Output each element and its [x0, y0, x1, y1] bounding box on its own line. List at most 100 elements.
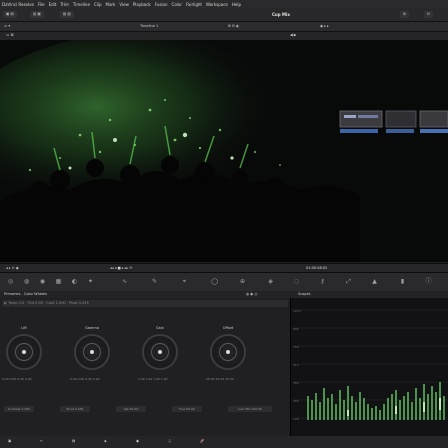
clip-nav-icon[interactable]: ◂ ▸ ⊙ ◉ — [6, 266, 19, 270]
wheels-header: Primaries - Color Wheels ◍ ◉ ◎ Scopes — [0, 291, 448, 298]
gain-wheel-puck[interactable] — [158, 350, 162, 354]
timeline-name[interactable]: Timeline 1 — [140, 24, 158, 28]
3d-icon[interactable]: ▲ — [370, 277, 379, 286]
gamma-wheel[interactable] — [74, 334, 110, 370]
gamma-label: Gamma — [85, 326, 99, 330]
warper-icon[interactable]: ✎ — [150, 277, 159, 286]
hdr-icon[interactable]: ◐ — [70, 277, 79, 286]
luts-tab[interactable]: ▥ ▦ — [30, 11, 44, 18]
menu-item-color[interactable]: Color — [172, 2, 182, 7]
color-wheels-icon[interactable]: ◉ — [38, 277, 47, 286]
color-panel-tabs: ◂ ▸ ⊙ ◉ ◂◂ ◂ ■ ▸ ▸▸ ⟳ 01:00:58:02 — [0, 263, 448, 273]
svg-text:128: 128 — [293, 417, 299, 421]
blur-icon[interactable]: ◌ — [292, 277, 301, 286]
temp-tint-row[interactable]: ◐ Temp 0.0 · Tint 0.00 · Cont 1.000 · Pi… — [4, 301, 89, 305]
scopes-title: Scopes — [298, 292, 311, 296]
color-wheels-panel: ◐ Temp 0.0 · Tint 0.00 · Cont 1.000 · Pi… — [0, 298, 290, 448]
svg-text:1023: 1023 — [293, 309, 301, 313]
menu-item-fusion[interactable]: Fusion — [155, 2, 168, 7]
wheels-mode-icon[interactable]: ◍ ◉ ◎ — [246, 292, 257, 296]
sizing-icon[interactable]: ⤢ — [344, 277, 353, 286]
gamma-values: 0.00 0.00 0.00 0.00 — [70, 377, 100, 381]
magic-mask-icon[interactable]: ◈ — [266, 277, 275, 286]
menu-item-clip[interactable]: Clip — [94, 2, 102, 7]
top-toolbar: ▣ ▤ ▥ ▦ ▧ ▨ Cup Mix ⊞ ⊟ — [0, 8, 448, 22]
sat-field[interactable]: Sat 50.00 — [116, 406, 146, 412]
key-icon[interactable]: ⚷ — [318, 277, 327, 286]
scopes-icon[interactable]: ▮ — [398, 277, 407, 286]
gain-wheel[interactable] — [142, 334, 178, 370]
lift-values: 0.00 0.00 0.00 0.00 — [2, 377, 32, 381]
camera-raw-icon[interactable]: ◎ — [6, 277, 15, 286]
palette-toolbar: ◎ ◍ ◉ ▦ ◐ ✦ ∿ ✎ ⌖ ◯ ⊕ ◈ ◌ ⚷ ⤢ ▲ ▮ ⓘ — [0, 273, 448, 291]
svg-text:768: 768 — [293, 345, 299, 349]
gamma-wheel-puck[interactable] — [90, 350, 94, 354]
lum-mix-field[interactable]: Lum Mix 100.00 — [228, 406, 272, 412]
menu-item-trim[interactable]: Trim — [60, 2, 69, 7]
deliver-page-icon[interactable]: 🚀 — [200, 439, 204, 443]
tracker-icon[interactable]: ⊕ — [238, 277, 247, 286]
offset-label: Offset — [222, 326, 234, 330]
color-page-icon[interactable]: ◉ — [136, 439, 139, 443]
menu-item-workspace[interactable]: Workspace — [206, 2, 228, 7]
viewer-image[interactable] — [0, 40, 448, 262]
gain-values: 1.00 1.00 1.00 1.00 — [138, 377, 168, 381]
menu-item-fairlight[interactable]: Fairlight — [186, 2, 202, 7]
waveform-scope: 1023 896 768 512 384 256 128 — [291, 309, 448, 421]
timeline-thumbnails[interactable] — [320, 105, 448, 150]
wheels-params-top: ◐ Temp 0.0 · Tint 0.00 · Cont 1.000 · Pi… — [2, 300, 288, 307]
menu-item-edit[interactable]: Edit — [49, 2, 57, 7]
wheels-title: Primaries - Color Wheels — [4, 292, 47, 296]
pivot-field[interactable]: Pivot 0.435 — [60, 406, 90, 412]
viewer-subbar: ▭ ⌘ ◀ ▶ — [0, 32, 448, 40]
viewer-zoom-icon[interactable]: ▭ ▾ — [4, 24, 10, 28]
timeline-toggle[interactable]: ⊞ — [400, 11, 409, 18]
offset-wheel-puck[interactable] — [226, 350, 230, 354]
menu-item-playback[interactable]: Playback — [133, 2, 151, 7]
lightbox-toggle[interactable]: ⊟ — [424, 11, 433, 18]
info-icon[interactable]: ⓘ — [424, 277, 433, 286]
color-match-icon[interactable]: ◍ — [22, 277, 31, 286]
page-navigation-bar: ▣ ✂ ▤ ◈ ◉ ♫ 🚀 — [0, 436, 448, 448]
timecode-display: 01:00:58:02 — [306, 266, 328, 270]
lift-wheel[interactable] — [6, 334, 42, 370]
media-page-icon[interactable]: ▣ — [8, 439, 11, 443]
rgb-mixer-icon[interactable]: ▦ — [54, 277, 63, 286]
offset-values: 25.00 25.00 25.00 — [206, 377, 234, 381]
project-title: Cup Mix — [272, 12, 290, 17]
motion-effects-icon[interactable]: ✦ — [86, 277, 95, 286]
svg-text:896: 896 — [293, 327, 299, 331]
fusion-page-icon[interactable]: ◈ — [104, 439, 107, 443]
scopes-panel[interactable]: 1023 896 768 512 384 256 128 — [290, 298, 448, 448]
menu-item-mark[interactable]: Mark — [106, 2, 116, 7]
svg-text:384: 384 — [293, 381, 299, 385]
menu-item-file[interactable]: File — [38, 2, 45, 7]
timeline-options-icon[interactable]: ⊞ ⊟ ◐ — [228, 24, 239, 28]
curves-icon[interactable]: ∿ — [120, 277, 129, 286]
svg-text:512: 512 — [293, 363, 299, 367]
viewer-header: ▭ ▾ Timeline 1 ⊞ ⊟ ◐ ◉ ▸ ▸ — [0, 22, 448, 32]
lift-wheel-puck[interactable] — [22, 350, 26, 354]
media-pool-tab[interactable]: ▧ ▨ — [60, 11, 74, 18]
edit-page-icon[interactable]: ▤ — [72, 439, 75, 443]
menu-bar: DaVinci Resolve File Edit Trim Timeline … — [0, 0, 448, 8]
hue-field[interactable]: Hue 50.00 — [172, 406, 202, 412]
viewer-tools-icon[interactable]: ◉ ▸ ▸ — [320, 24, 329, 28]
svg-text:256: 256 — [293, 399, 299, 403]
menu-item-app[interactable]: DaVinci Resolve — [2, 2, 34, 7]
gallery-tab[interactable]: ▣ ▤ — [3, 11, 17, 18]
contrast-field[interactable]: Contrast 1.000 — [4, 406, 34, 412]
viewer-mode-icon[interactable]: ▭ ⌘ — [6, 33, 14, 37]
offset-wheel[interactable] — [210, 334, 246, 370]
cut-page-icon[interactable]: ✂ — [40, 439, 43, 443]
qualifier-icon[interactable]: ⌖ — [180, 277, 189, 286]
menu-item-timeline[interactable]: Timeline — [73, 2, 90, 7]
lift-label: Lift — [21, 326, 27, 330]
menu-item-help[interactable]: Help — [232, 2, 241, 7]
window-icon[interactable]: ◯ — [210, 277, 219, 286]
transport-controls-icon[interactable]: ◂◂ ◂ ■ ▸ ▸▸ ⟳ — [110, 266, 132, 270]
gain-label: Gain — [155, 326, 165, 330]
playhead-controls-icon[interactable]: ◀ ▶ — [290, 33, 297, 37]
fairlight-page-icon[interactable]: ♫ — [168, 439, 171, 443]
menu-item-view[interactable]: View — [119, 2, 129, 7]
